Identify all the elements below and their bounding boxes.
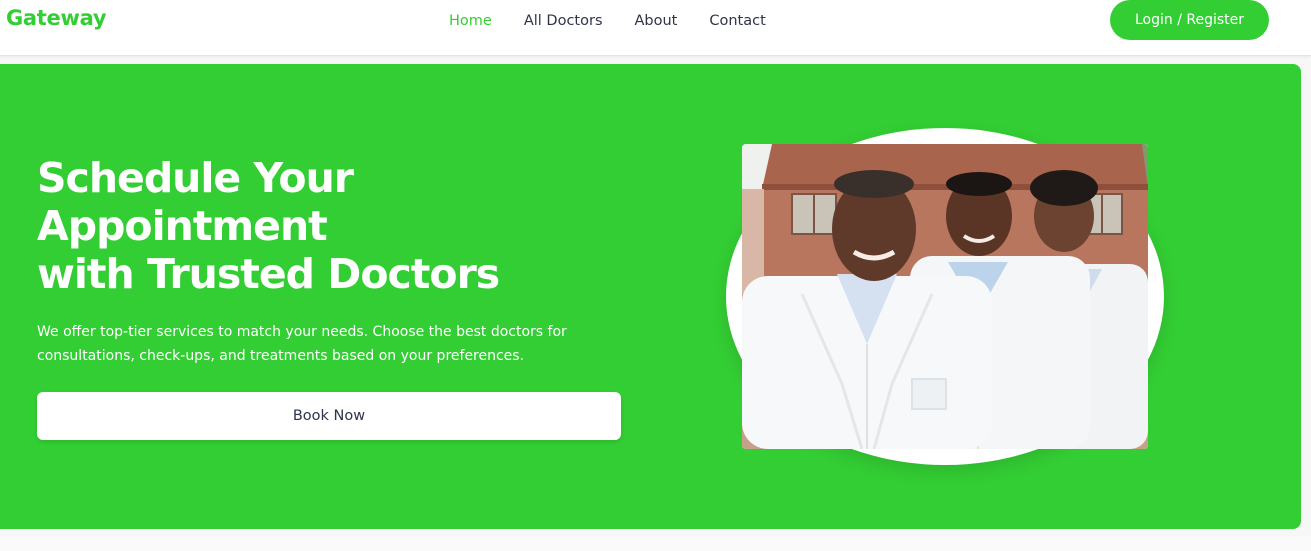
nav-link-about[interactable]: About [635, 11, 678, 31]
page-bottom-strip [0, 536, 1311, 551]
top-navbar: Gateway Home All Doctors About Contact L… [0, 0, 1311, 56]
doctors-photo [742, 144, 1148, 449]
hero-section: Schedule Your Appointment with Trusted D… [0, 64, 1301, 529]
hero-description-line: consultations, check-ups, and treatments… [37, 348, 525, 364]
hero-title: Schedule Your Appointment with Trusted D… [37, 154, 637, 298]
nav-link-all-doctors[interactable]: All Doctors [524, 11, 603, 31]
nav-link-contact[interactable]: Contact [709, 11, 765, 31]
brand-logo[interactable]: Gateway [6, 6, 107, 30]
hero-title-line: Appointment [37, 202, 328, 250]
nav-link-home[interactable]: Home [449, 11, 492, 31]
main-nav: Home All Doctors About Contact [449, 11, 798, 31]
hero-title-line: with Trusted Doctors [37, 250, 500, 298]
hero-description: We offer top-tier services to match your… [37, 320, 597, 368]
book-now-button[interactable]: Book Now [37, 392, 621, 440]
hero-description-line: We offer top-tier services to match your… [37, 324, 567, 340]
hero-title-line: Schedule Your [37, 154, 354, 202]
login-register-button[interactable]: Login / Register [1110, 0, 1269, 40]
